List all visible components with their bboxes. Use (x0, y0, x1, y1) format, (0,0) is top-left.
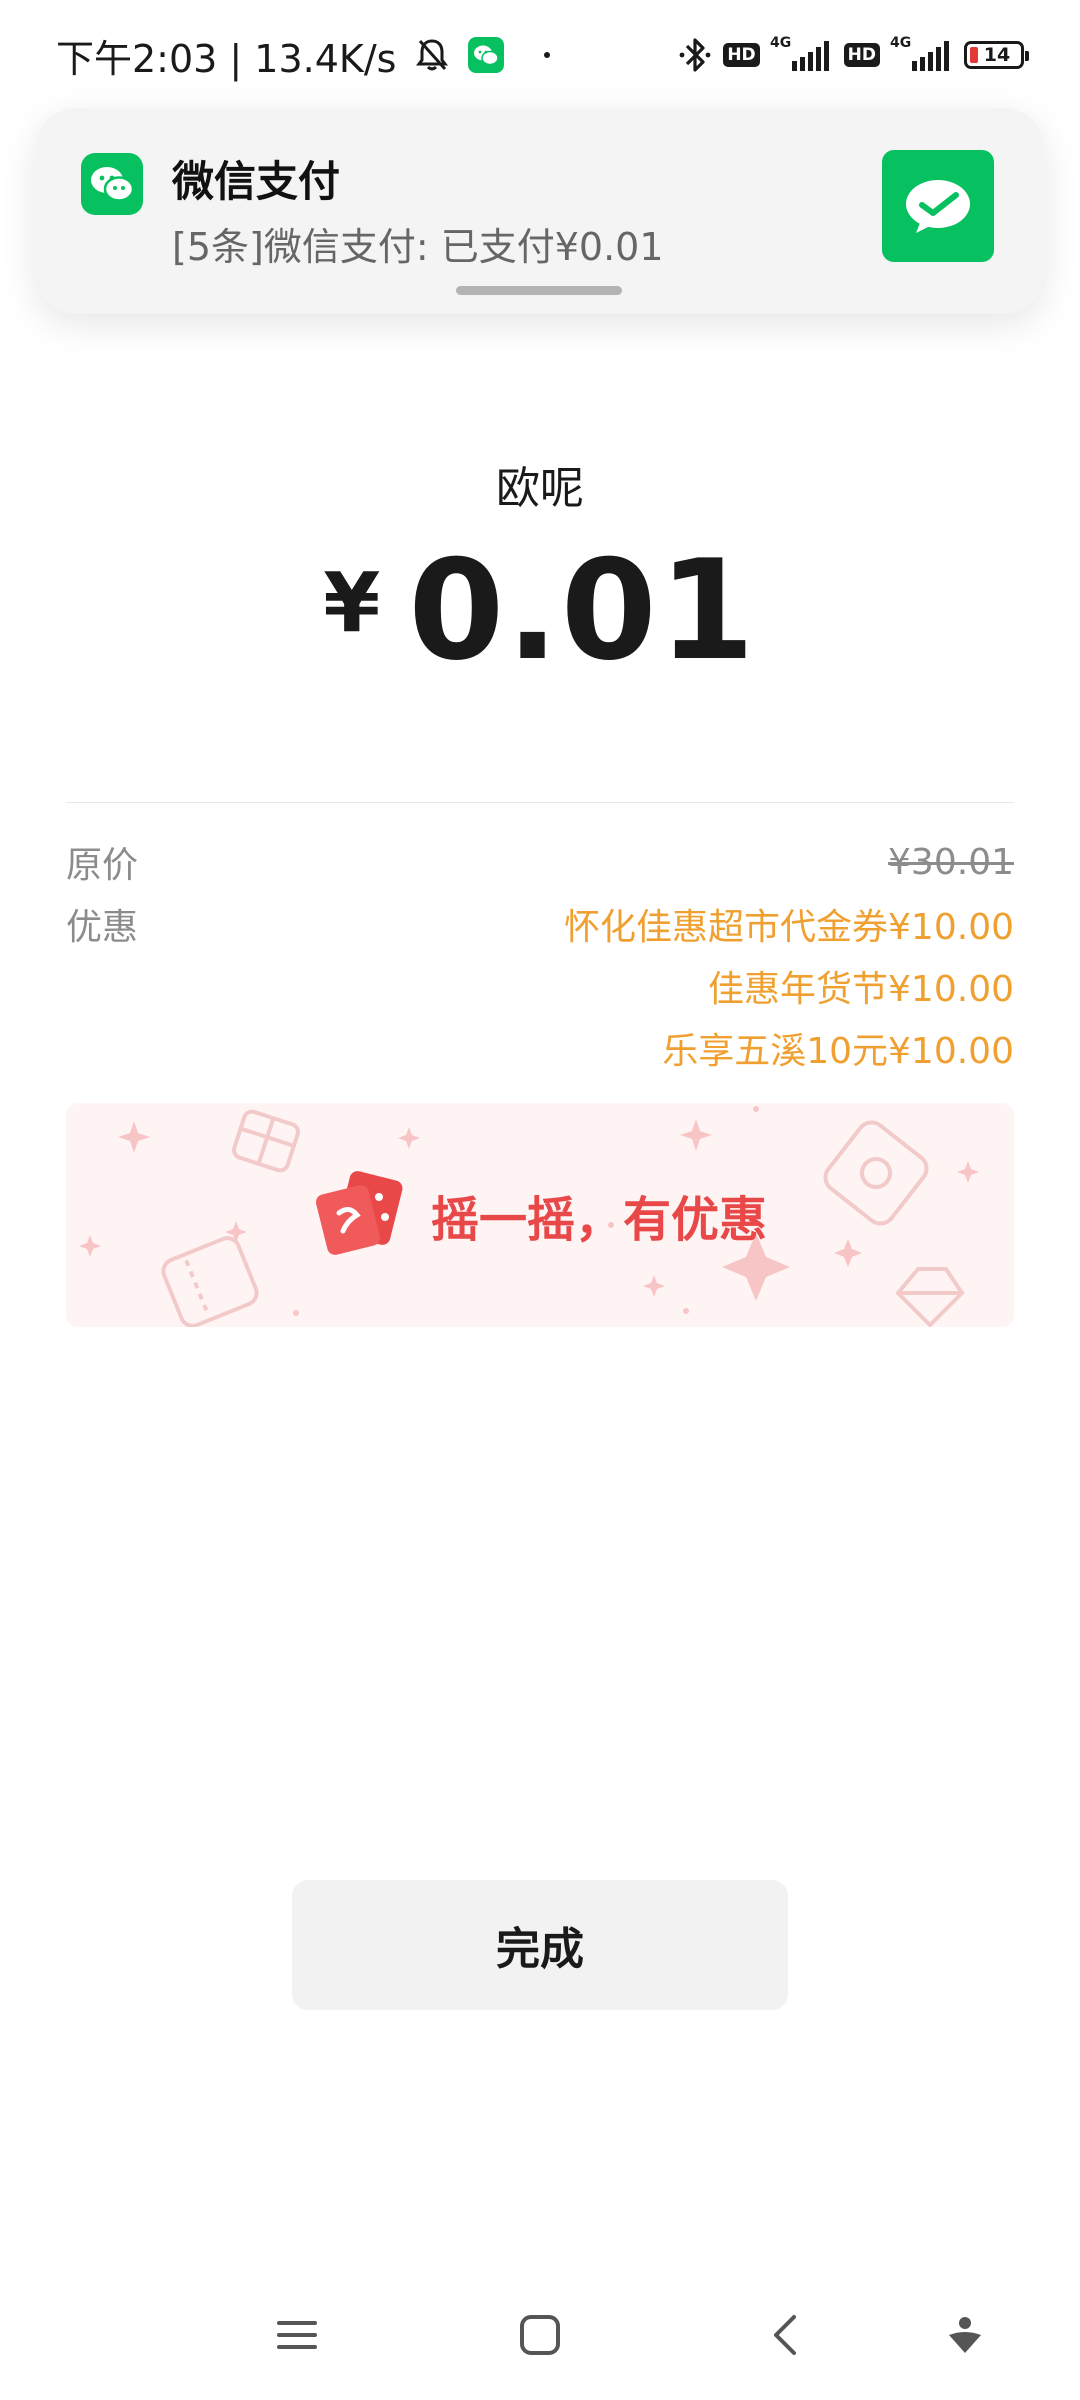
back-icon[interactable] (740, 2290, 830, 2380)
system-nav-bar (0, 2290, 1080, 2380)
signal-2-icon: 4G (890, 35, 954, 75)
svg-text:4G: 4G (770, 35, 791, 51)
notification-message: [5条]微信支付: 已支付¥0.01 (172, 225, 664, 269)
done-button[interactable]: 完成 (292, 1880, 788, 2010)
hd-badge-2: HD (843, 43, 880, 67)
original-price-label: 原价 (66, 845, 139, 886)
wechat-pay-icon (882, 150, 994, 262)
wechat-icon (81, 153, 143, 215)
merchant-name: 欧呢 (496, 463, 584, 514)
notification-card[interactable]: 微信支付 [5条]微信支付: 已支付¥0.01 (36, 108, 1044, 314)
notification-drag-handle[interactable] (456, 286, 622, 295)
battery-fill (970, 47, 978, 63)
wechat-status-icon (468, 37, 505, 73)
original-price-value: ¥30.01 (888, 841, 1014, 883)
divider (66, 802, 1014, 803)
shake-promo-banner[interactable]: 摇一摇，有优惠 (66, 1103, 1014, 1327)
discount-item: 怀化佳惠超市代金券¥10.00 (564, 907, 1014, 948)
battery-level: 14 (983, 44, 1011, 66)
bluetooth-icon (677, 35, 713, 75)
discount-item: 佳惠年货节¥10.00 (708, 969, 1014, 1010)
svg-text:4G: 4G (890, 35, 911, 51)
currency-symbol: ¥ (323, 556, 381, 651)
hd-badge-1: HD (723, 43, 760, 67)
original-price-row: 原价 ¥30.01 (66, 836, 1014, 888)
amount-value: 0.01 (408, 530, 757, 691)
payment-amount: ¥ 0.01 (0, 530, 1080, 691)
status-bar: 下午2:03 | 13.4K/s HD 4G HD 4G 14 (0, 0, 1080, 110)
home-icon[interactable] (495, 2290, 585, 2380)
shake-banner-text: 摇一摇，有优惠 (430, 1192, 767, 1248)
status-time-speed: 下午2:03 | 13.4K/s (56, 36, 397, 81)
bell-muted-icon (412, 35, 452, 75)
discount-item: 乐享五溪10元¥10.00 (662, 1031, 1014, 1072)
shake-coupon-icon (313, 1167, 409, 1263)
assistant-icon[interactable] (920, 2290, 1010, 2380)
status-left: 下午2:03 | 13.4K/s (56, 28, 551, 83)
notification-dot (544, 52, 551, 58)
status-right: HD 4G HD 4G 14 (677, 35, 1029, 75)
menu-icon[interactable] (252, 2290, 342, 2380)
signal-1-icon: 4G (770, 35, 834, 75)
battery-indicator: 14 (964, 41, 1029, 69)
discount-label: 优惠 (66, 907, 139, 948)
shake-banner-content: 摇一摇，有优惠 (66, 1103, 1014, 1327)
notification-title: 微信支付 (172, 157, 341, 206)
